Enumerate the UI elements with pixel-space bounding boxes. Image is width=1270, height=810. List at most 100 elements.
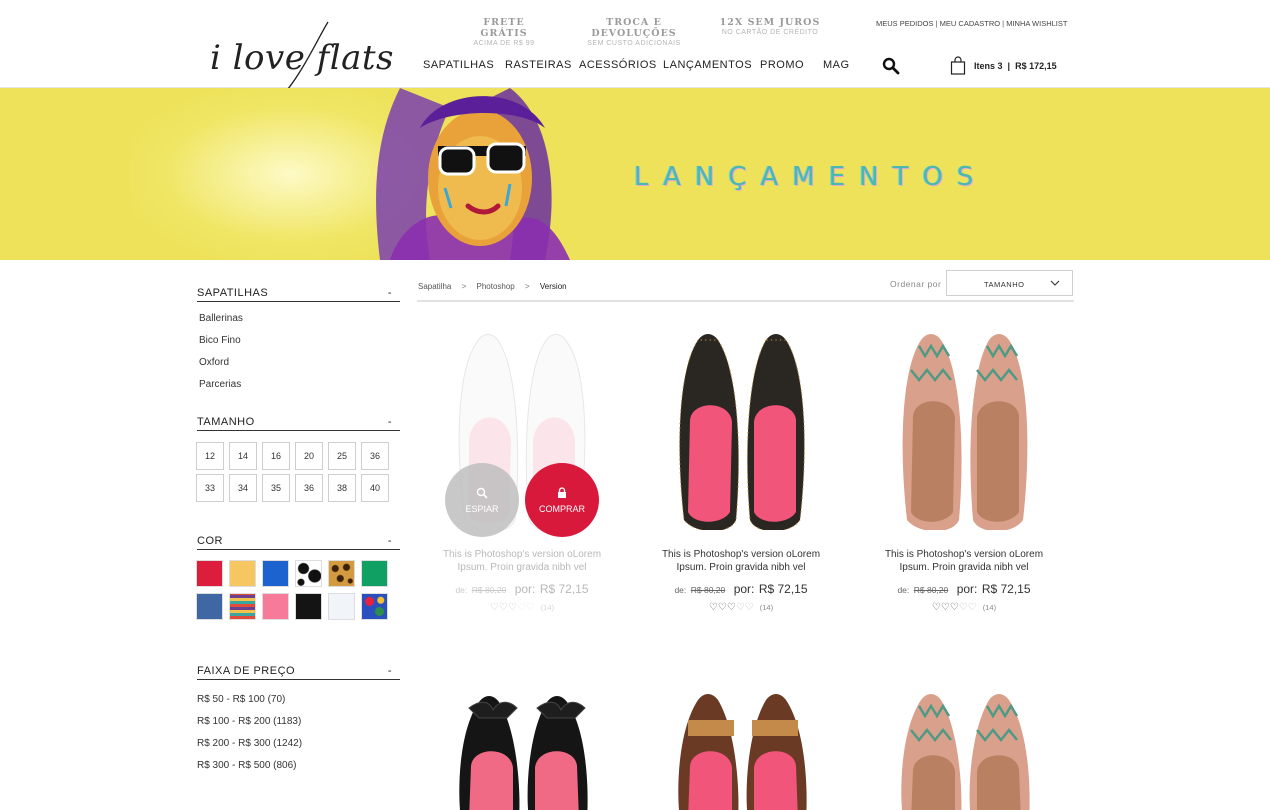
size-option[interactable]: 36 (295, 474, 323, 502)
product-image[interactable] (417, 690, 627, 810)
color-swatch-denim[interactable] (196, 593, 223, 620)
color-swatch-floral-print[interactable] (361, 593, 388, 620)
my-orders-link[interactable]: MEUS PEDIDOS (876, 19, 934, 28)
old-price: R$ 80,20 (690, 585, 726, 595)
heart-empty-icon[interactable]: ♡ (959, 602, 968, 613)
banner-title: LANÇAMENTOS (634, 162, 988, 192)
category-parcerias[interactable]: Parcerias (199, 379, 241, 390)
category-bico-fino[interactable]: Bico Fino (199, 335, 241, 346)
price-range-option[interactable]: R$ 100 - R$ 200 (1183) (197, 716, 301, 727)
new-price-label: por: (956, 582, 978, 596)
size-option[interactable]: 25 (328, 442, 356, 470)
new-price-label: por: (514, 582, 536, 596)
product-name[interactable]: This is Photoshop's version oLorem Ipsum… (859, 548, 1069, 574)
heart-filled-icon[interactable]: ♡ (950, 602, 959, 613)
size-option[interactable]: 36 (361, 442, 389, 470)
product-name[interactable]: This is Photoshop's version oLorem Ipsum… (636, 548, 846, 574)
size-option[interactable]: 35 (262, 474, 290, 502)
my-wishlist-link[interactable]: MINHA WISHLIST (1006, 19, 1067, 28)
divider (417, 300, 1074, 302)
old-price: R$ 80,20 (471, 585, 507, 595)
color-swatch-white[interactable] (328, 593, 355, 620)
size-option[interactable]: 16 (262, 442, 290, 470)
color-swatch-green[interactable] (361, 560, 388, 587)
size-option[interactable]: 14 (229, 442, 257, 470)
sort-value: TAMANHO (984, 280, 1025, 289)
heart-filled-icon[interactable]: ♡ (709, 602, 718, 613)
nav-promo[interactable]: PROMO (760, 59, 804, 71)
color-swatch-cow-print[interactable] (295, 560, 322, 587)
heart-empty-icon[interactable]: ♡ (968, 602, 977, 613)
nav-mag[interactable]: MAG (823, 59, 850, 71)
product-name[interactable]: This is Photoshop's version oLorem Ipsum… (417, 548, 627, 574)
buy-button[interactable]: COMPRAR (525, 463, 599, 537)
site-header: i love flats FRETE GRÁTIS ACIMA DE R$ 99… (0, 0, 1270, 108)
search-icon[interactable] (882, 57, 900, 75)
heart-empty-icon[interactable]: ♡ (526, 602, 535, 613)
product-rating: ♡♡♡♡♡ (14) (859, 602, 1069, 613)
collapse-toggle[interactable]: - (388, 287, 392, 299)
product-image[interactable] (636, 330, 846, 530)
shopping-bag-icon (950, 56, 966, 75)
nav-lancamentos[interactable]: LANÇAMENTOS (663, 59, 752, 71)
magnifier-icon (476, 487, 488, 499)
breadcrumb-photoshop[interactable]: Photoshop (477, 282, 515, 291)
price-range-option[interactable]: R$ 300 - R$ 500 (806) (197, 760, 297, 771)
product-image[interactable] (636, 690, 846, 810)
heart-empty-icon[interactable]: ♡ (736, 602, 745, 613)
nav-rasteiras[interactable]: RASTEIRAS (505, 59, 572, 71)
review-count: (14) (540, 603, 555, 612)
size-option[interactable]: 34 (229, 474, 257, 502)
heart-filled-icon[interactable]: ♡ (490, 602, 499, 613)
heart-filled-icon[interactable]: ♡ (727, 602, 736, 613)
heart-filled-icon[interactable]: ♡ (941, 602, 950, 613)
collapse-toggle[interactable]: - (388, 416, 392, 428)
product-card[interactable]: This is Photoshop's version oLorem Ipsum… (636, 330, 846, 630)
color-swatch-leopard-print[interactable] (328, 560, 355, 587)
new-price: R$ 72,15 (981, 582, 1031, 596)
user-links: MEUS PEDIDOS | MEU CADASTRO | MINHA WISH… (876, 19, 1068, 28)
collapse-toggle[interactable]: - (388, 535, 392, 547)
size-option[interactable]: 38 (328, 474, 356, 502)
sort-select[interactable]: TAMANHO (946, 270, 1073, 296)
color-swatch-black[interactable] (295, 593, 322, 620)
size-option[interactable]: 20 (295, 442, 323, 470)
heart-empty-icon[interactable]: ♡ (745, 602, 754, 613)
my-account-link[interactable]: MEU CADASTRO (940, 19, 1000, 28)
new-price: R$ 72,15 (758, 582, 808, 596)
cart-button[interactable]: Itens 3 | R$ 172,15 (950, 56, 1070, 76)
filter-heading-size[interactable]: TAMANHO - (197, 416, 400, 431)
color-swatch-pink[interactable] (262, 593, 289, 620)
price-range-option[interactable]: R$ 200 - R$ 300 (1242) (197, 738, 302, 749)
breadcrumb-sapatilha[interactable]: Sapatilha (418, 282, 451, 291)
color-swatch-blue[interactable] (262, 560, 289, 587)
price-range-option[interactable]: R$ 50 - R$ 100 (70) (197, 694, 285, 705)
filter-heading-color[interactable]: COR - (197, 535, 400, 550)
size-option[interactable]: 12 (196, 442, 224, 470)
heart-filled-icon[interactable]: ♡ (718, 602, 727, 613)
product-card[interactable]: This is Photoshop's version oLorem Ipsum… (859, 330, 1069, 630)
heart-filled-icon[interactable]: ♡ (499, 602, 508, 613)
color-swatch-red[interactable] (196, 560, 223, 587)
product-rating: ♡♡♡♡♡ (14) (417, 602, 627, 613)
size-option[interactable]: 40 (361, 474, 389, 502)
size-option[interactable]: 33 (196, 474, 224, 502)
product-card[interactable]: ESPIAR COMPRAR This is Photoshop's versi… (417, 330, 627, 630)
heart-filled-icon[interactable]: ♡ (932, 602, 941, 613)
color-swatch-yellow[interactable] (229, 560, 256, 587)
product-image[interactable] (859, 330, 1069, 530)
hero-banner[interactable]: LANÇAMENTOS (0, 88, 1270, 260)
heart-empty-icon[interactable]: ♡ (517, 602, 526, 613)
color-swatch-tribal-print[interactable] (229, 593, 256, 620)
filter-heading-price[interactable]: FAIXA DE PREÇO - (197, 665, 400, 680)
filter-heading-categories[interactable]: SAPATILHAS - (197, 287, 400, 302)
category-ballerinas[interactable]: Ballerinas (199, 313, 243, 324)
category-oxford[interactable]: Oxford (199, 357, 229, 368)
nav-acessorios[interactable]: ACESSÓRIOS (579, 59, 657, 71)
breadcrumb: Sapatilha > Photoshop > Version (418, 282, 567, 291)
quick-view-button[interactable]: ESPIAR (445, 463, 519, 537)
heart-filled-icon[interactable]: ♡ (508, 602, 517, 613)
nav-sapatilhas[interactable]: SAPATILHAS (423, 59, 494, 71)
product-image[interactable] (859, 690, 1069, 810)
collapse-toggle[interactable]: - (388, 665, 392, 677)
